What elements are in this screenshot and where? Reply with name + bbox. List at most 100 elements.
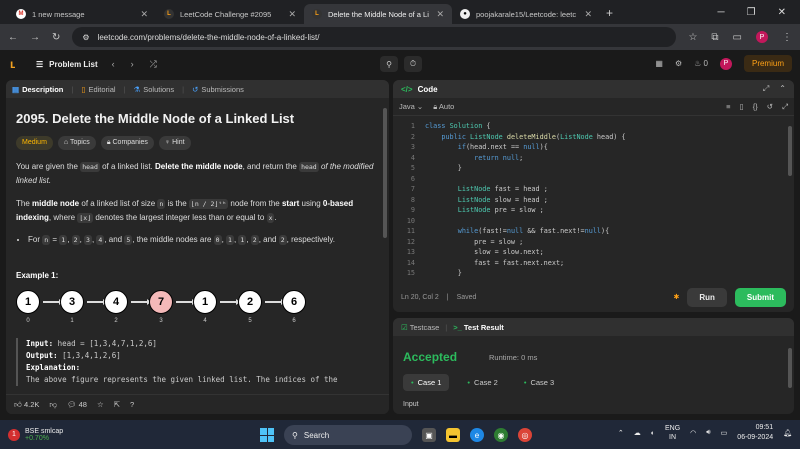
hint-button[interactable]: ♀ Hint — [158, 136, 191, 150]
reload-icon[interactable]: ↻ — [52, 32, 60, 43]
restore-icon[interactable]: ❐ — [747, 7, 756, 18]
close-window-icon[interactable]: ✕ — [778, 7, 786, 18]
line-number: 8 — [410, 195, 415, 204]
timer-icon[interactable]: ⏱ — [404, 56, 422, 72]
scrollbar[interactable] — [383, 108, 387, 238]
clock[interactable]: 09:51 06-09-2024 — [737, 423, 773, 443]
gmail-icon: M — [16, 9, 26, 19]
difficulty-badge: Medium — [16, 136, 53, 150]
volume-icon[interactable]: 🔊︎ — [706, 429, 710, 437]
next-problem-icon[interactable]: › — [131, 59, 134, 70]
tab-label: poojakarale15/Leetcode: leetc — [476, 9, 577, 19]
comments-button[interactable]: 💬︎ 48 — [67, 400, 87, 409]
line-number: 15 — [406, 269, 415, 276]
close-icon[interactable]: ✕ — [436, 9, 444, 20]
file-explorer-icon[interactable]: ▬ — [446, 428, 460, 442]
submit-button[interactable]: Submit — [734, 287, 786, 307]
menu-icon[interactable]: ⋮ — [782, 32, 792, 43]
share-icon[interactable]: ⇱ — [114, 400, 120, 409]
profile-avatar[interactable]: P — [756, 31, 768, 43]
back-icon[interactable]: ← — [8, 32, 18, 43]
case-tab-2[interactable]: • Case 2 — [459, 374, 505, 391]
panel-splitter[interactable] — [390, 80, 392, 414]
scrollbar[interactable] — [788, 348, 792, 388]
stock-widget[interactable]: 1 BSE smlcap +0.70% — [0, 428, 63, 442]
tab-editorial[interactable]: ▯ Editorial — [81, 85, 115, 94]
streak[interactable]: ♨ 0 — [694, 59, 708, 68]
tab-submissions[interactable]: ↺ Submissions — [192, 85, 244, 94]
case-tab-3[interactable]: • Case 3 — [516, 374, 562, 391]
windows-start-icon[interactable] — [260, 428, 274, 442]
format-icon[interactable]: ≡ — [726, 102, 730, 112]
prev-problem-icon[interactable]: ‹ — [112, 59, 115, 70]
dislike-button[interactable]: 👎︎ — [49, 400, 57, 410]
bookmark-icon[interactable]: ▯ — [740, 102, 744, 112]
tab-description[interactable]: ▤ Description — [12, 85, 63, 94]
browser-tab-github[interactable]: ● poojakarale15/Leetcode: leetc ✕ — [452, 4, 600, 24]
topics-button[interactable]: ⌂ Topics — [57, 136, 96, 150]
scrollbar[interactable] — [788, 126, 792, 176]
notification-bell-icon[interactable]: 🔔︎ — [783, 429, 792, 437]
site-info-icon[interactable]: ⚙ — [82, 33, 89, 42]
case-tab-1[interactable]: • Case 1 — [403, 374, 450, 391]
wifi-icon[interactable]: ◠ — [690, 429, 696, 437]
lc-profile-avatar[interactable]: P — [719, 57, 732, 70]
language-indicator[interactable]: ENG IN — [665, 424, 680, 442]
problem-title[interactable]: 2095. Delete the Middle Node of a Linked… — [16, 111, 379, 126]
help-icon[interactable]: ? — [130, 400, 134, 409]
leetcode-navbar: ʟ ☰ Problem List ‹ › ⤮ ⚲ ⏱ ▦ ⚙ ♨ 0 P Pre… — [0, 50, 800, 78]
verdict-label: Accepted — [403, 350, 458, 364]
leetcode-logo-icon[interactable]: ʟ — [10, 57, 24, 71]
layout-icon[interactable]: ▦ — [655, 59, 663, 68]
close-icon[interactable]: ✕ — [288, 9, 296, 20]
auto-mode-toggle[interactable]: 🔒︎ Auto — [433, 102, 454, 112]
companies-button[interactable]: 🔒︎ Companies — [100, 136, 154, 150]
close-icon[interactable]: ✕ — [584, 9, 592, 20]
taskbar-search[interactable]: ⚲ Search — [284, 425, 412, 445]
fullscreen-icon[interactable]: ⤢ — [782, 102, 788, 112]
debug-icon[interactable]: ✱ — [673, 293, 679, 301]
language-select[interactable]: Java ⌄ — [399, 102, 423, 111]
bookmark-star-icon[interactable]: ☆ — [688, 32, 697, 43]
terminal-icon: >_ — [453, 322, 462, 332]
tab-test-result[interactable]: >_ Test Result — [453, 323, 504, 332]
leetcode-icon: L — [164, 9, 174, 19]
close-icon[interactable]: ✕ — [140, 9, 148, 20]
extensions-icon[interactable]: ⧉ — [711, 32, 718, 43]
settings-icon[interactable]: ⚙ — [675, 59, 682, 68]
forward-icon[interactable]: → — [30, 32, 40, 43]
minimize-icon[interactable]: ─ — [718, 7, 725, 18]
history-icon: ↺ — [192, 84, 199, 94]
edge-icon[interactable]: e — [470, 428, 484, 442]
browser-tab-leetcode-challenge[interactable]: L LeetCode Challenge #2095 ✕ — [156, 4, 304, 24]
battery-icon[interactable]: ▭ — [721, 429, 728, 437]
sidebar-icon[interactable]: ▭ — [733, 32, 742, 43]
browser-tab-problem[interactable]: L Delete the Middle Node of a Li ✕ — [304, 4, 452, 24]
browser-tab-gmail[interactable]: M 1 new message ✕ — [8, 4, 156, 24]
run-button[interactable]: Run — [687, 287, 727, 307]
premium-button[interactable]: Premium — [743, 55, 792, 72]
cloud-icon[interactable]: ☁ — [634, 429, 641, 437]
task-view-icon[interactable]: ▣ — [422, 428, 436, 442]
debug-icon[interactable]: ⚲ — [380, 56, 398, 72]
chrome-icon[interactable]: ◎ — [518, 428, 532, 442]
clock-date: 06-09-2024 — [737, 434, 774, 441]
line-number: 10 — [406, 216, 415, 225]
tab-testcase[interactable]: ☑ Testcase — [401, 323, 439, 332]
favorite-star-icon[interactable]: ☆ — [97, 400, 104, 409]
code-editor[interactable]: 1 2 3 4 5 6 7 8 9 10 11 12 13 14 15 class Solution { p… — [393, 116, 794, 276]
problem-list-button[interactable]: ☰ Problem List — [36, 60, 98, 69]
like-button[interactable]: 👍︎ 4.2K — [14, 400, 39, 410]
maximize-icon[interactable]: ⤢ — [763, 84, 769, 94]
new-tab-icon[interactable]: + — [606, 6, 613, 20]
tab-label: 1 new message — [32, 9, 85, 19]
url-field[interactable]: ⚙ leetcode.com/problems/delete-the-middl… — [72, 27, 677, 47]
collapse-icon[interactable]: ⌃ — [779, 84, 786, 94]
app-icon[interactable]: ◉ — [494, 428, 508, 442]
tab-solutions[interactable]: ⚗ Solutions — [134, 85, 175, 94]
chevron-up-icon[interactable]: ⌃ — [618, 429, 624, 437]
shuffle-icon[interactable]: ⤮ — [150, 59, 157, 70]
braces-icon[interactable]: {} — [753, 102, 758, 112]
app-tray-icon[interactable]: ◐ — [651, 430, 655, 437]
reset-icon[interactable]: ↺ — [767, 102, 773, 112]
